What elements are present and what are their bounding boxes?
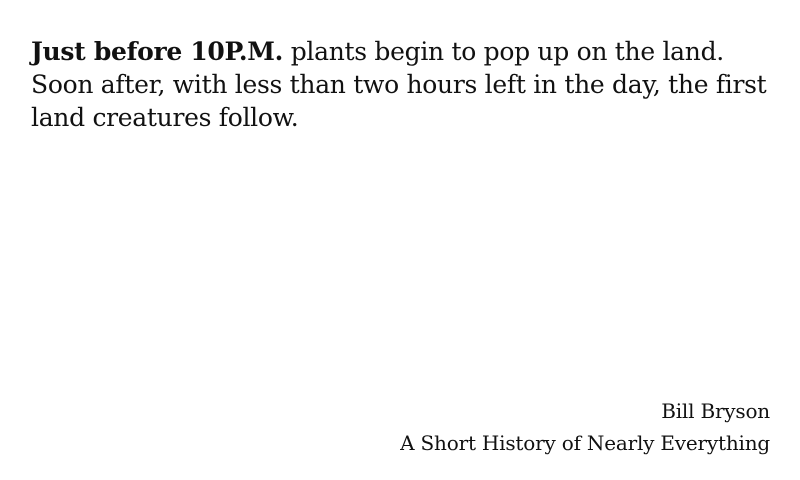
author-name: Bill Bryson xyxy=(661,399,770,423)
book-title: A Short History of Nearly Everything xyxy=(400,431,770,455)
attribution: Bill Bryson A Short History of Nearly Ev… xyxy=(400,395,770,459)
quote-text: Just before 10P.M. plants begin to pop u… xyxy=(31,35,776,134)
quote-time-emphasis: Just before 10P.M. xyxy=(31,37,284,66)
